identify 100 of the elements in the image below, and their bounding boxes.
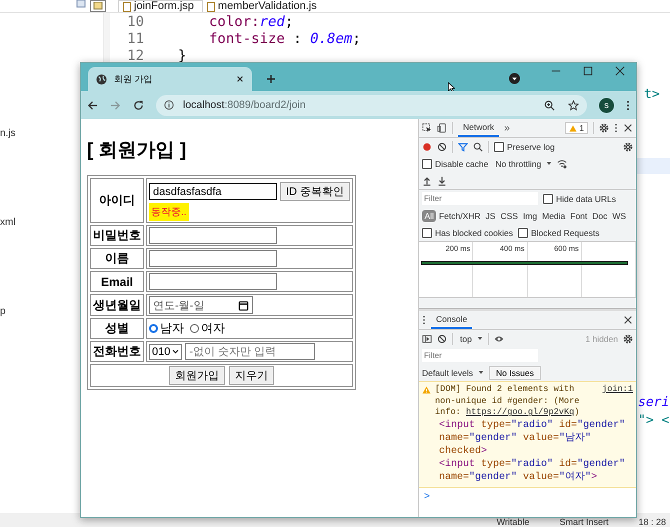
type-filter[interactable]: Fetch/XHR [436,210,484,222]
zoom-icon[interactable] [544,100,555,110]
source-link[interactable]: join:1 [602,384,633,396]
type-filter[interactable]: All [422,210,436,222]
filter-input[interactable]: Filter [422,192,538,205]
clear-icon[interactable] [437,334,447,344]
close-icon[interactable] [623,315,633,325]
wifi-gear-icon[interactable] [557,158,568,168]
calendar-icon[interactable] [238,300,249,310]
address-bar[interactable]: localhost:8089/board2/join [156,94,587,116]
sidebar-icon[interactable] [422,334,432,344]
download-icon[interactable] [437,176,447,186]
throttling-select[interactable]: No throttling [495,158,542,168]
filter-input[interactable]: Filter [422,349,538,362]
more-tabs-button[interactable]: » [504,122,510,134]
inspect-icon[interactable] [422,123,432,133]
date-field[interactable]: 연도-월-일 [149,296,253,314]
toolbar-icon[interactable] [90,0,106,12]
check-id-button[interactable]: ID 중복확인 [280,182,350,201]
toolbar-icon[interactable] [76,0,86,8]
radio-label[interactable]: 여자 [201,320,225,337]
warning-icon [422,386,431,394]
tab-search-icon[interactable] [509,73,520,84]
line-number: 10 [126,14,144,30]
close-icon[interactable] [236,75,244,83]
checkbox[interactable] [494,142,504,152]
checkbox[interactable] [543,194,553,204]
search-icon[interactable] [473,142,483,152]
star-icon[interactable] [568,100,579,110]
type-filter[interactable]: Media [540,210,568,222]
file-name[interactable]: xml [0,217,16,228]
password-input[interactable] [149,227,277,244]
phone-input[interactable]: -없이 숫자만 입력 [185,343,316,360]
checkbox[interactable] [518,228,528,238]
radio-button[interactable] [149,324,158,333]
code-line: <input type="radio" id="gender" name="gender" value="남자" checked> [438,418,626,458]
more-icon[interactable] [422,315,426,325]
menu-icon[interactable] [626,100,630,110]
profile-avatar[interactable]: s [599,98,614,112]
text-input[interactable] [149,250,277,267]
page-heading: [ 회원가입 ] [87,139,188,163]
eye-icon[interactable] [494,334,504,344]
globe-icon [96,74,107,84]
caret-icon [476,336,483,341]
type-filter[interactable]: JS [483,210,498,222]
checkbox-label[interactable]: Has blocked cookies [435,228,513,238]
caret-icon [546,161,552,166]
settings-icon[interactable] [623,142,633,152]
devtools-tab[interactable]: Network [458,119,500,137]
code-line: color:red; [208,14,294,30]
record-icon[interactable] [422,142,432,152]
info-link[interactable]: https://goo.gl/9p2vKq [466,407,574,418]
filter-icon[interactable] [458,142,468,152]
type-filter[interactable]: Img [520,210,540,222]
maximize-icon[interactable] [583,66,593,76]
upload-icon[interactable] [422,176,432,186]
type-filter[interactable]: WS [610,210,629,222]
status-text: Writable [496,517,530,527]
close-icon[interactable] [615,66,625,76]
prefix-select[interactable]: 010 [149,344,182,360]
code-fragment: "> < [638,413,670,428]
back-icon[interactable] [87,100,98,110]
close-icon[interactable] [623,123,633,133]
device-icon[interactable] [437,123,447,133]
reload-icon[interactable] [133,100,144,110]
type-filter[interactable]: Font [568,210,590,222]
form-button[interactable]: 지우기 [229,366,274,385]
form-button[interactable]: 회원가입 [169,366,226,385]
checkbox[interactable] [422,158,432,168]
text-input[interactable] [149,273,277,290]
file-name[interactable]: n.js [0,128,16,139]
settings-icon[interactable] [623,334,633,344]
type-filter[interactable]: CSS [498,210,520,222]
warning-badge[interactable]: 1 [565,122,588,134]
checkbox-label[interactable]: Hide data URLs [556,194,616,204]
settings-icon[interactable] [599,123,609,133]
status-text: Smart Insert [559,517,608,527]
line-number: 12 [126,48,144,64]
code-line: } [177,48,186,64]
code-line: font-size : 0.8em; [208,30,361,46]
id-input[interactable]: dasdfasfasdfa [149,183,277,200]
checkbox-label[interactable]: Disable cache [435,158,488,168]
log-levels-select[interactable]: Default levels [422,368,474,378]
file-name[interactable]: p [0,306,6,317]
editor-tab[interactable]: memberValidation.js [202,1,325,12]
checkbox-label[interactable]: Blocked Requests [530,228,600,238]
radio-button[interactable] [190,324,199,333]
new-tab-icon[interactable] [266,74,276,84]
message-text: [DOM] Found 2 elements with non-unique id #gender: (More info: https://goo.gl/9p2vKq) [435,384,580,419]
checkbox[interactable] [422,228,432,238]
issues-button[interactable]: No Issues [489,366,541,380]
console-prompt[interactable]: > [419,488,435,505]
type-filter[interactable]: Doc [590,210,610,222]
radio-label[interactable]: 남자 [160,320,184,337]
clear-icon[interactable] [437,142,447,152]
editor-tab[interactable]: joinForm.jsp [118,0,203,12]
checkbox-label[interactable]: Preserve log [507,142,555,152]
more-icon[interactable] [614,123,618,133]
browser-tab[interactable]: 회원 가입 [88,67,252,91]
context-select[interactable]: top [460,334,472,344]
